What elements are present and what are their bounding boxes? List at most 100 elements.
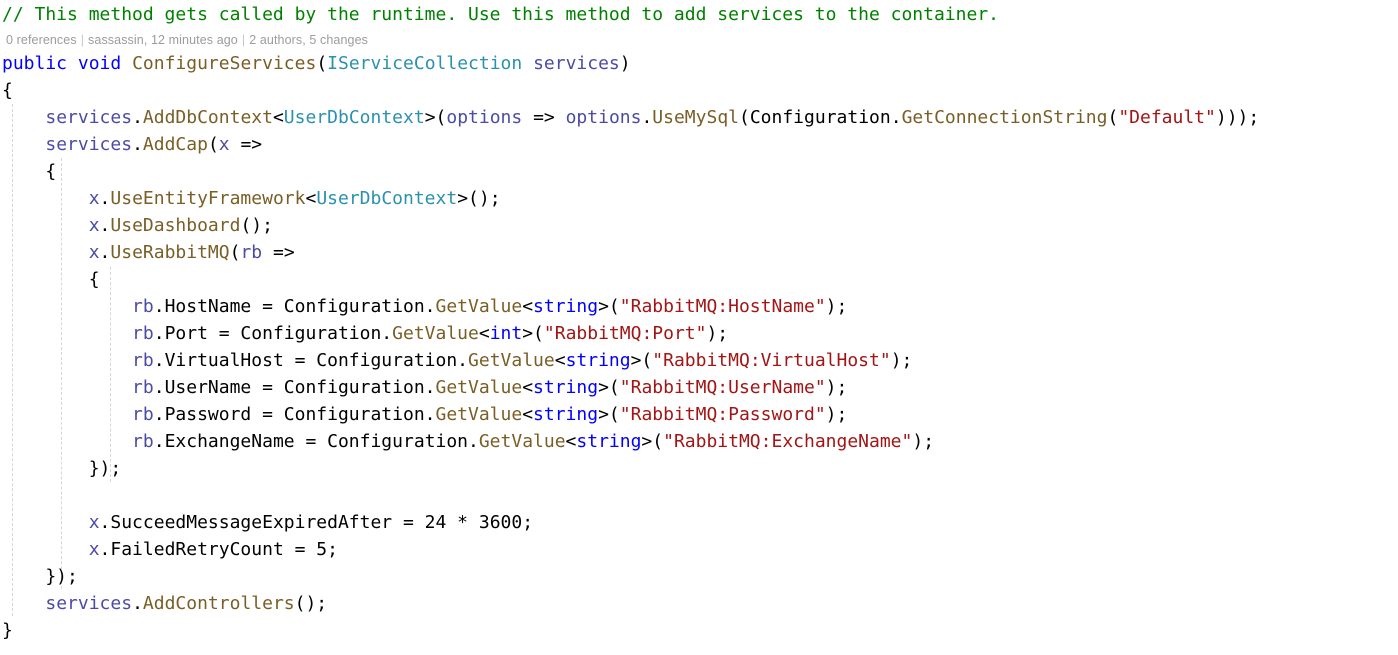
line-port[interactable]: rb.Port = Configuration.GetValue<int>("R… [0, 320, 1398, 347]
token-num: 3600 [478, 512, 523, 533]
token-pln: < [522, 404, 534, 425]
token-kw: string [533, 296, 599, 317]
token-kw: string [565, 350, 631, 371]
token-pln: < [478, 323, 490, 344]
token-pln: (Configuration. [739, 107, 902, 128]
line-close-method[interactable]: } [0, 617, 1398, 644]
line-open-rabbit[interactable]: { [0, 266, 1398, 293]
token-par: services [533, 53, 620, 74]
token-pln: }); [2, 566, 78, 587]
line-userabbitmq[interactable]: x.UseRabbitMQ(rb => [0, 239, 1398, 266]
code-lines[interactable]: // This method gets called by the runtim… [0, 0, 1398, 644]
token-kw: int [489, 323, 523, 344]
code-editor[interactable]: // This method gets called by the runtim… [0, 0, 1398, 655]
token-pln: ); [912, 431, 935, 452]
codelens-changes[interactable]: 2 authors, 5 changes [249, 33, 368, 47]
token-pln: ( [316, 53, 328, 74]
line-signature[interactable]: public void ConfigureServices(IServiceCo… [0, 50, 1398, 77]
token-mth: GetValue [478, 431, 566, 452]
line-failed-retry[interactable]: x.FailedRetryCount = 5; [0, 536, 1398, 563]
line-blank-1[interactable] [0, 482, 1398, 509]
line-close-rabbit[interactable]: }); [0, 455, 1398, 482]
line-virtualhost[interactable]: rb.VirtualHost = Configuration.GetValue<… [0, 347, 1398, 374]
token-mth: UseDashboard [110, 215, 241, 236]
token-pln: < [305, 188, 317, 209]
token-pln: ) [619, 53, 631, 74]
token-mth: ConfigureServices [132, 53, 317, 74]
line-password[interactable]: rb.Password = Configuration.GetValue<str… [0, 401, 1398, 428]
token-pln: .SucceedMessageExpiredAfter = [99, 512, 425, 533]
codelens-references[interactable]: 0 references [6, 33, 77, 47]
line-usedashboard[interactable]: x.UseDashboard(); [0, 212, 1398, 239]
token-mth: GetValue [468, 350, 555, 371]
token-pln: >( [641, 431, 664, 452]
line-addcap[interactable]: services.AddCap(x => [0, 131, 1398, 158]
line-exchangename[interactable]: rb.ExchangeName = Configuration.GetValue… [0, 428, 1398, 455]
token-str: "Default" [1118, 107, 1216, 128]
line-username[interactable]: rb.UserName = Configuration.GetValue<str… [0, 374, 1398, 401]
token-pln [2, 512, 89, 533]
token-par: rb [240, 242, 263, 263]
token-pln [2, 404, 132, 425]
token-pln: < [554, 350, 566, 371]
token-kw: string [533, 377, 599, 398]
token-type: IServiceCollection [327, 53, 523, 74]
token-type: UserDbContext [316, 188, 458, 209]
token-pln [2, 323, 132, 344]
token-pln: . [99, 242, 111, 263]
token-pln: }); [2, 458, 122, 479]
token-pln [2, 377, 132, 398]
token-pln [2, 107, 45, 128]
line-useentityframework[interactable]: x.UseEntityFramework<UserDbContext>(); [0, 185, 1398, 212]
token-pln: ))); [1215, 107, 1260, 128]
token-pln: { [2, 80, 13, 101]
token-str: "RabbitMQ:HostName" [619, 296, 826, 317]
token-kw: public [2, 53, 68, 74]
token-pln [522, 53, 533, 74]
token-pln: .ExchangeName = Configuration. [153, 431, 479, 452]
token-pln: < [272, 107, 284, 128]
token-num: 5 [316, 539, 328, 560]
token-pln: ); [825, 404, 848, 425]
token-pln [2, 593, 45, 614]
token-pln: >( [598, 404, 620, 425]
token-type: UserDbContext [283, 107, 425, 128]
token-pln: .Password = Configuration. [153, 404, 436, 425]
token-pln: < [565, 431, 577, 452]
line-open-method[interactable]: { [0, 77, 1398, 104]
line-open-cap[interactable]: { [0, 158, 1398, 185]
line-hostname[interactable]: rb.HostName = Configuration.GetValue<str… [0, 293, 1398, 320]
token-mth: AddDbContext [142, 107, 273, 128]
token-pln [2, 296, 132, 317]
token-str: "RabbitMQ:UserName" [619, 377, 826, 398]
token-pln: => [229, 134, 263, 155]
line-codelens[interactable]: 0 references | sassassin, 12 minutes ago | 2… [0, 30, 1398, 50]
token-par: x [88, 215, 100, 236]
token-par: rb [132, 350, 154, 371]
token-pln: .VirtualHost = Configuration. [153, 350, 469, 371]
token-pln: ( [1107, 107, 1119, 128]
token-par: options [446, 107, 523, 128]
token-par: services [45, 134, 133, 155]
line-close-cap[interactable]: }); [0, 563, 1398, 590]
token-par: rb [132, 296, 154, 317]
codelens-author[interactable]: sassassin, 12 minutes ago [88, 33, 238, 47]
token-pln [121, 53, 132, 74]
token-pln [67, 53, 78, 74]
token-pln: ( [207, 134, 219, 155]
token-pln: (); [240, 215, 273, 236]
token-pln: < [522, 296, 534, 317]
line-succeed-expired[interactable]: x.SucceedMessageExpiredAfter = 24 * 3600… [0, 509, 1398, 536]
token-par: rb [132, 404, 154, 425]
token-pln: . [641, 107, 653, 128]
token-pln: } [2, 620, 13, 641]
token-pln: .Port = Configuration. [153, 323, 393, 344]
token-pln: .FailedRetryCount = [99, 539, 317, 560]
line-adddbcontext[interactable]: services.AddDbContext<UserDbContext>(opt… [0, 104, 1398, 131]
line-comment[interactable]: // This method gets called by the runtim… [0, 0, 1398, 30]
token-pln: ); [825, 296, 848, 317]
line-addcontrollers[interactable]: services.AddControllers(); [0, 590, 1398, 617]
token-pln [2, 242, 89, 263]
token-mth: GetValue [392, 323, 479, 344]
token-pln: . [132, 134, 143, 155]
